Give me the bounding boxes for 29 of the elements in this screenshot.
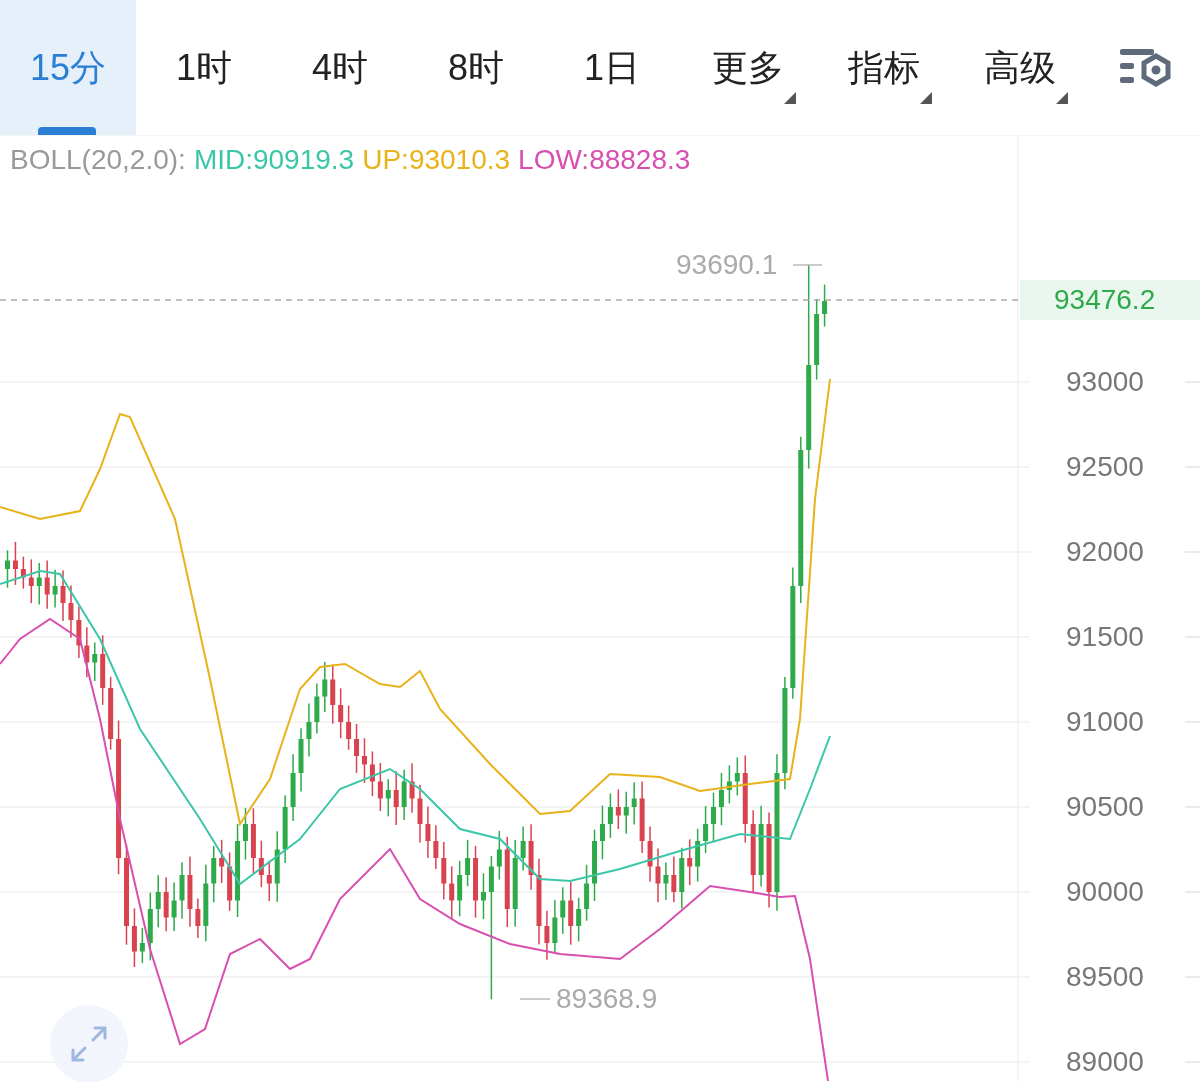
high-price-label: 93690.1 [676, 248, 778, 282]
leader-line [792, 264, 823, 266]
period-tab[interactable]: 15分 [0, 0, 136, 135]
indicator-value: MID:90919.3 [193, 143, 355, 177]
dropdown-caret-icon [1056, 92, 1068, 104]
indicator-value: LOW:88828.3 [518, 143, 691, 177]
period-tab[interactable]: 更多 [680, 0, 816, 135]
price-axis-label: 91500 [1066, 620, 1144, 654]
period-tab[interactable]: 1时 [136, 0, 272, 135]
period-tab[interactable]: 指标 [816, 0, 952, 135]
price-axis-label: 92000 [1066, 535, 1144, 569]
price-axis-label: 89000 [1066, 1045, 1144, 1079]
period-tab[interactable]: 8时 [408, 0, 544, 135]
low-price-label: 89368.9 [556, 982, 658, 1016]
price-axis-label: 93000 [1066, 365, 1144, 399]
price-axis-label: 91000 [1066, 705, 1144, 739]
period-tab[interactable]: 高级 [952, 0, 1088, 135]
price-axis-label: 90500 [1066, 790, 1144, 824]
dropdown-caret-icon [784, 92, 796, 104]
price-axis-label: 89500 [1066, 960, 1144, 994]
leader-line [519, 998, 551, 1000]
indicator-value: UP:93010.3 [362, 143, 511, 177]
dropdown-caret-icon [920, 92, 932, 104]
period-tab[interactable]: 1日 [544, 0, 680, 135]
indicator-name: BOLL(20,2.0): [10, 143, 186, 177]
period-tab[interactable]: 4时 [272, 0, 408, 135]
current-price-label: 93476.2 [1020, 280, 1200, 320]
price-axis-label: 92500 [1066, 450, 1144, 484]
price-axis-label: 90000 [1066, 875, 1144, 909]
